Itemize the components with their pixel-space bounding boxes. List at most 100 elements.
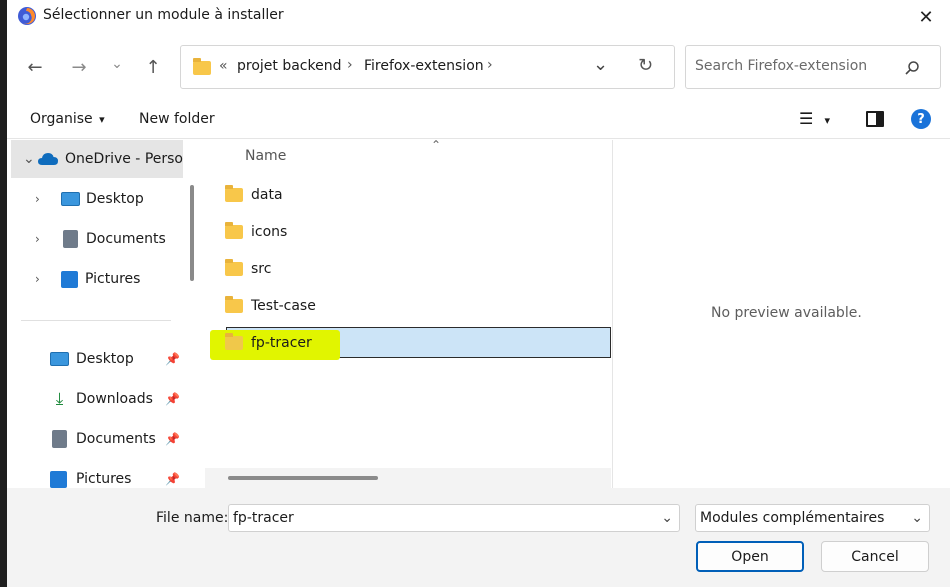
chevron-right-icon[interactable]: ›	[487, 57, 493, 73]
address-dropdown-icon[interactable]: ⌄	[593, 54, 608, 75]
file-name-field[interactable]: fp-tracer ⌄	[228, 504, 680, 532]
preview-pane: No preview available.	[612, 140, 950, 488]
file-type-select[interactable]: Modules complémentaires ⌄	[695, 504, 930, 532]
preview-pane-button[interactable]	[866, 111, 884, 127]
desktop-icon	[50, 352, 69, 366]
folder-icon	[225, 185, 243, 202]
list-item[interactable]: src	[225, 254, 271, 284]
cancel-button[interactable]: Cancel	[821, 541, 929, 572]
up-button[interactable]: ↑	[139, 53, 167, 81]
file-name-input[interactable]: fp-tracer	[233, 510, 294, 526]
folder-icon	[225, 222, 243, 239]
caret-down-icon: ▾	[99, 113, 105, 126]
sidebar-item-label: Documents	[76, 431, 156, 447]
pictures-icon	[50, 470, 67, 488]
folder-icon	[193, 58, 211, 75]
chevron-down-icon[interactable]: ⌄	[23, 151, 37, 167]
pin-icon: 📌	[165, 432, 180, 446]
documents-icon	[63, 230, 78, 248]
refresh-icon[interactable]: ↻	[638, 55, 653, 76]
file-open-dialog: Sélectionner un module à installer ✕ ← →…	[7, 0, 950, 587]
file-name: fp-tracer	[251, 335, 312, 351]
new-folder-button[interactable]: New folder	[139, 111, 215, 127]
sort-ascending-icon: ⌃	[431, 138, 442, 152]
arrow-right-icon: →	[71, 56, 87, 78]
file-name: Test-case	[251, 298, 316, 314]
organise-label: Organise	[30, 111, 93, 127]
sidebar-item-onedrive[interactable]: ⌄ OneDrive - Perso	[23, 144, 183, 174]
pin-icon: 📌	[165, 472, 180, 486]
desktop-icon	[61, 192, 80, 206]
chevron-down-icon[interactable]: ⌄	[661, 510, 673, 526]
folder-icon	[225, 296, 243, 313]
list-item[interactable]: data	[225, 180, 283, 210]
sidebar-item-label: Pictures	[85, 271, 141, 287]
breadcrumb-firefox-extension[interactable]: Firefox-extension	[364, 58, 484, 74]
recent-locations-button[interactable]: ⌄	[103, 50, 131, 78]
breadcrumb-projet-backend[interactable]: projet backend	[237, 58, 342, 74]
download-arrow-icon: ⤓	[55, 389, 64, 409]
file-name-label: File name:	[156, 510, 229, 526]
chevron-right-icon[interactable]: ›	[35, 272, 61, 286]
dialog-footer: File name: fp-tracer ⌄ Modules complémen…	[7, 488, 950, 587]
sidebar-item-documents[interactable]: › Documents	[35, 224, 166, 254]
chevron-right-icon[interactable]: ›	[347, 57, 353, 73]
arrow-left-icon: ←	[27, 56, 43, 78]
quick-access-documents[interactable]: Documents 📌	[50, 424, 180, 454]
sidebar-item-pictures[interactable]: › Pictures	[35, 264, 140, 294]
list-item[interactable]: icons	[225, 217, 287, 247]
organise-button[interactable]: Organise ▾	[30, 111, 105, 127]
zip-folder-icon	[225, 333, 243, 350]
horizontal-scrollbar[interactable]	[205, 468, 611, 488]
pictures-icon	[61, 270, 78, 288]
search-icon[interactable]	[904, 60, 920, 76]
chevron-right-icon[interactable]: ›	[35, 232, 61, 246]
address-bar[interactable]: « projet backend › Firefox-extension › ⌄…	[180, 45, 675, 89]
help-button[interactable]: ?	[911, 109, 931, 129]
firefox-icon	[18, 7, 36, 25]
view-options-button[interactable]: ☰ ▾	[799, 109, 830, 128]
help-icon: ?	[917, 111, 925, 127]
list-item-selected[interactable]: fp-tracer	[225, 328, 312, 358]
sidebar-item-label: Desktop	[76, 351, 134, 367]
pin-icon: 📌	[165, 352, 180, 366]
scrollbar-thumb[interactable]	[228, 476, 378, 480]
sidebar-scrollbar[interactable]	[190, 185, 194, 281]
dialog-title: Sélectionner un module à installer	[43, 7, 284, 23]
quick-access-desktop[interactable]: Desktop 📌	[50, 344, 180, 374]
pin-icon: 📌	[165, 392, 180, 406]
preview-message: No preview available.	[711, 305, 862, 321]
sidebar-divider	[21, 320, 171, 321]
list-view-icon: ☰	[799, 109, 814, 128]
sidebar-item-desktop[interactable]: › Desktop	[35, 184, 144, 214]
file-list: Name ⌃ data icons src Test-case fp-trace…	[205, 138, 611, 488]
open-button[interactable]: Open	[696, 541, 804, 572]
file-name: data	[251, 187, 283, 203]
chevron-down-icon: ⌄	[911, 510, 923, 526]
sidebar-item-label: Pictures	[76, 471, 132, 487]
chevron-down-icon: ⌄	[111, 56, 123, 72]
overflow-icon: «	[219, 58, 228, 74]
quick-access-downloads[interactable]: ⤓ Downloads 📌	[50, 384, 180, 414]
search-box[interactable]: Search Firefox-extension	[685, 45, 941, 89]
title-bar: Sélectionner un module à installer ✕	[7, 0, 950, 34]
onedrive-cloud-icon	[38, 153, 59, 165]
file-type-value: Modules complémentaires	[700, 510, 885, 526]
arrow-up-icon: ↑	[145, 56, 161, 78]
forward-button[interactable]: →	[65, 53, 93, 81]
preview-pane-icon	[876, 113, 882, 125]
column-header-name[interactable]: Name	[245, 148, 286, 164]
close-button[interactable]: ✕	[911, 4, 941, 30]
chevron-right-icon[interactable]: ›	[35, 192, 61, 206]
list-item[interactable]: Test-case	[225, 291, 316, 321]
sidebar-item-label: OneDrive - Perso	[65, 151, 183, 167]
search-input[interactable]: Search Firefox-extension	[695, 58, 867, 74]
folder-icon	[225, 259, 243, 276]
back-button[interactable]: ←	[21, 53, 49, 81]
close-icon: ✕	[918, 6, 934, 28]
sidebar-item-label: Documents	[86, 231, 166, 247]
documents-icon	[52, 430, 67, 448]
sidebar-item-label: Desktop	[86, 191, 144, 207]
file-name: src	[251, 261, 272, 277]
sidebar-item-label: Downloads	[76, 391, 153, 407]
